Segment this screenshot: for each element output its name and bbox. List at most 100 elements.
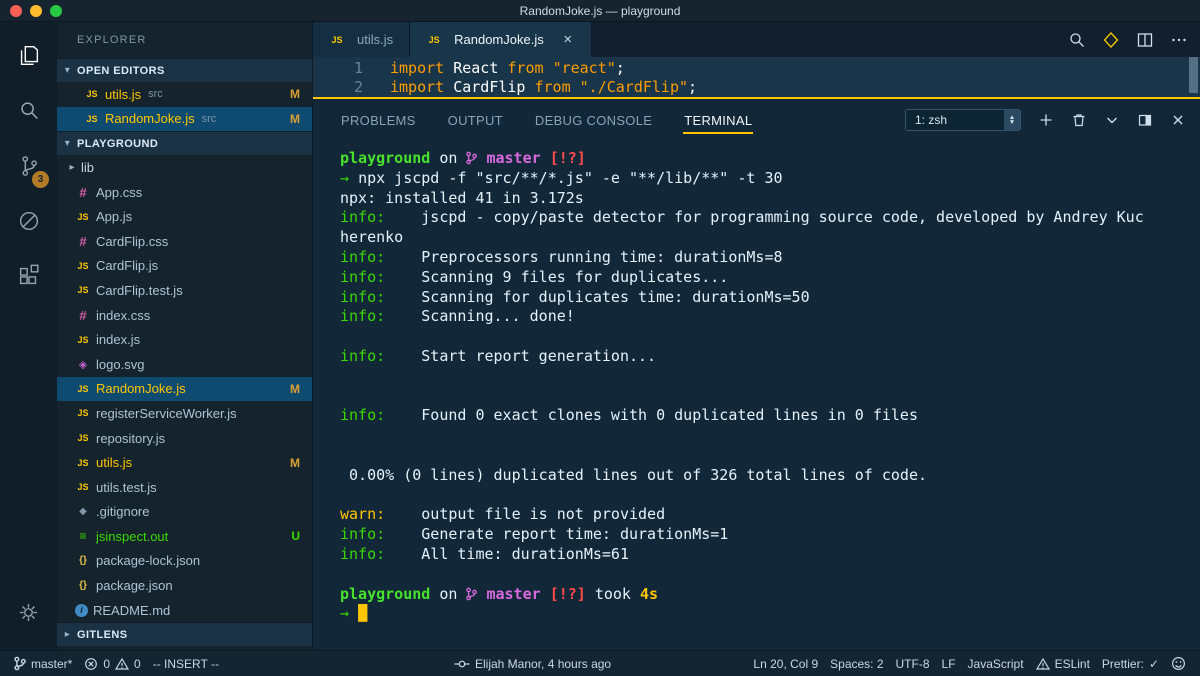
prettier-status[interactable]: Prettier: ✓ (1096, 657, 1165, 671)
open-editor-RandomJoke.js[interactable]: JSRandomJoke.jssrcM (57, 107, 312, 132)
shell-select-value: 1: zsh (915, 113, 947, 127)
panel-tab-problems[interactable]: PROBLEMS (340, 106, 417, 134)
git-file-icon: ◆ (75, 506, 91, 517)
css-file-icon: # (75, 185, 91, 200)
title-bar: RandomJoke.js — playground (0, 0, 1200, 22)
terminal-line: 0.00% (0 lines) duplicated lines out of … (340, 466, 1200, 486)
chevron-down-icon: ▾ (61, 65, 74, 76)
settings-gear-icon[interactable] (0, 585, 57, 640)
file-.gitignore[interactable]: ◆.gitignore (57, 500, 312, 525)
sidebar-explorer: EXPLORER ▾ OPEN EDITORS JSutils.jssrcMJS… (57, 22, 313, 650)
more-actions-icon[interactable] (1170, 31, 1188, 49)
feedback-smiley-icon[interactable] (1165, 656, 1192, 671)
vim-mode-indicator[interactable]: -- INSERT -- (147, 651, 225, 676)
minimize-window-button[interactable] (30, 5, 42, 17)
file-name: repository.js (96, 431, 165, 446)
file-CardFlip.css[interactable]: #CardFlip.css (57, 229, 312, 254)
chevron-down-icon[interactable] (1104, 112, 1120, 128)
new-terminal-icon[interactable] (1038, 112, 1054, 128)
problems-indicator[interactable]: 0 0 (78, 651, 146, 676)
indentation-indicator[interactable]: Spaces: 2 (824, 657, 889, 671)
section-open-editors[interactable]: ▾ OPEN EDITORS (57, 58, 312, 82)
terminal-line: info: jscpd - copy/paste detector for pr… (340, 208, 1200, 228)
file-repository.js[interactable]: JSrepository.js (57, 426, 312, 451)
chevron-right-icon: ▸ (61, 629, 74, 640)
close-window-button[interactable] (10, 5, 22, 17)
file-utils.js[interactable]: JSutils.jsM (57, 450, 312, 475)
eslint-status[interactable]: ESLint (1030, 657, 1096, 671)
terminal-line: info: All time: durationMs=61 (340, 545, 1200, 565)
file-App.css[interactable]: #App.css (57, 180, 312, 205)
warnings-icon (115, 657, 129, 671)
terminal-line (340, 367, 1200, 387)
close-panel-icon[interactable] (1170, 112, 1186, 128)
extensions-icon[interactable] (0, 248, 57, 303)
zoom-window-button[interactable] (50, 5, 62, 17)
eol-indicator[interactable]: LF (936, 657, 962, 671)
js-file-icon: JS (75, 335, 91, 345)
code-editor[interactable]: 1import React from "react";2import CardF… (313, 57, 1200, 97)
terminal-output[interactable]: playground on master [!?]→ npx jscpd -f … (313, 141, 1200, 650)
file-package-lock.json[interactable]: {}package-lock.json (57, 549, 312, 574)
gitlens-blame[interactable]: Elijah Manor, 4 hours ago (448, 651, 617, 676)
file-jsinspect.out[interactable]: ≡jsinspect.outU (57, 524, 312, 549)
terminal-line: info: Start report generation... (340, 347, 1200, 367)
terminal-line: info: Scanning 9 files for duplicates... (340, 268, 1200, 288)
gitlens-icon[interactable] (1102, 31, 1120, 49)
terminal-line: info: Scanning for duplicates time: dura… (340, 288, 1200, 308)
folder-lib[interactable]: ▸lib (57, 155, 312, 180)
close-icon[interactable]: × (561, 31, 575, 48)
terminal-line (340, 327, 1200, 347)
panel-tab-terminal[interactable]: TERMINAL (683, 106, 753, 134)
open-editor-utils.js[interactable]: JSutils.jssrcM (57, 82, 312, 107)
tab-RandomJoke.js[interactable]: JSRandomJoke.js× (410, 22, 592, 57)
section-playground[interactable]: ▾ PLAYGROUND (57, 131, 312, 155)
file-package.json[interactable]: {}package.json (57, 573, 312, 598)
file-index.js[interactable]: JSindex.js (57, 327, 312, 352)
panel-actions: 1: zsh ▲▼ (905, 109, 1186, 131)
code-text: import CardFlip from "./CardFlip"; (363, 78, 697, 97)
panel-tab-output[interactable]: OUTPUT (447, 106, 504, 134)
open-changes-icon[interactable] (1068, 31, 1086, 49)
panel-tab-strip: PROBLEMS OUTPUT DEBUG CONSOLE TERMINAL (340, 106, 753, 134)
debug-icon[interactable] (0, 193, 57, 248)
file-logo.svg[interactable]: ◈logo.svg (57, 352, 312, 377)
file-utils.test.js[interactable]: JSutils.test.js (57, 475, 312, 500)
file-README.md[interactable]: iREADME.md (57, 598, 312, 623)
indentation-label: Spaces: 2 (830, 657, 883, 671)
tab-utils.js[interactable]: JSutils.js (313, 22, 410, 57)
warning-count: 0 (134, 657, 141, 671)
file-name: package-lock.json (96, 553, 200, 568)
git-branch-indicator[interactable]: master* (8, 651, 78, 676)
file-CardFlip.test.js[interactable]: JSCardFlip.test.js (57, 278, 312, 303)
modified-badge: M (290, 87, 300, 101)
split-editor-icon[interactable] (1136, 31, 1154, 49)
encoding-indicator[interactable]: UTF-8 (890, 657, 936, 671)
editor-actions (1068, 22, 1200, 57)
tab-label: RandomJoke.js (454, 32, 544, 47)
explorer-icon[interactable] (0, 28, 57, 83)
select-stepper-icon: ▲▼ (1004, 110, 1020, 130)
panel-tab-debug-console[interactable]: DEBUG CONSOLE (534, 106, 653, 134)
file-App.js[interactable]: JSApp.js (57, 204, 312, 229)
toggle-panel-icon[interactable] (1137, 112, 1153, 128)
file-RandomJoke.js[interactable]: JSRandomJoke.jsM (57, 377, 312, 402)
git-branch-icon (466, 149, 477, 167)
file-name: utils.js (105, 87, 141, 102)
terminal-line: info: Scanning... done! (340, 307, 1200, 327)
chevron-right-icon: ▸ (66, 162, 78, 173)
file-CardFlip.js[interactable]: JSCardFlip.js (57, 254, 312, 279)
source-control-icon[interactable]: 3 (0, 138, 57, 193)
cursor-position[interactable]: Ln 20, Col 9 (747, 657, 824, 671)
sidebar-title: EXPLORER (57, 22, 312, 58)
kill-terminal-icon[interactable] (1071, 112, 1087, 128)
file-registerServiceWorker.js[interactable]: JSregisterServiceWorker.js (57, 401, 312, 426)
file-index.css[interactable]: #index.css (57, 303, 312, 328)
editor-scrollbar[interactable] (1189, 57, 1198, 93)
terminal-shell-select[interactable]: 1: zsh ▲▼ (905, 109, 1021, 131)
section-gitlens[interactable]: ▸ GITLENS (57, 622, 312, 646)
git-status-badge: M (290, 382, 300, 396)
language-mode[interactable]: JavaScript (962, 657, 1030, 671)
search-icon[interactable] (0, 83, 57, 138)
file-name: RandomJoke.js (105, 111, 195, 126)
